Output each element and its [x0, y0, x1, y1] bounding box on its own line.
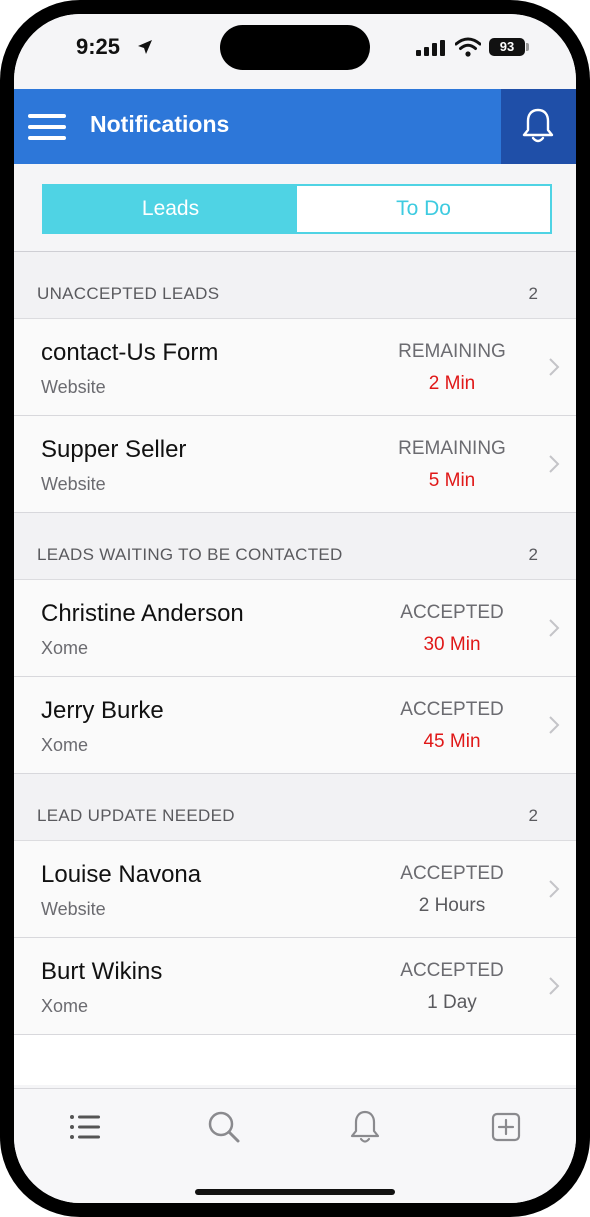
list-item[interactable]: contact-Us Form Website REMAINING 2 Min: [14, 319, 576, 416]
section-count: 2: [528, 284, 538, 303]
lead-source: Website: [41, 899, 106, 919]
list-item[interactable]: Jerry Burke Xome ACCEPTED 45 Min: [14, 677, 576, 774]
lead-name: Jerry Burke: [41, 697, 164, 724]
notifications-button[interactable]: [501, 89, 576, 164]
lead-status: ACCEPTED: [400, 960, 504, 981]
tab-leads[interactable]: Leads: [44, 186, 297, 232]
menu-line: [28, 114, 66, 118]
menu-button[interactable]: [26, 111, 70, 143]
search-icon: [208, 1111, 240, 1143]
list-item[interactable]: Supper Seller Website REMAINING 5 Min: [14, 416, 576, 513]
tab-notifications[interactable]: [345, 1107, 385, 1147]
bell-icon: [522, 108, 554, 143]
lead-time: 5 Min: [428, 470, 476, 491]
bell-icon: [350, 1110, 380, 1143]
status-time: 9:25: [76, 34, 121, 59]
chevron-right-icon: [549, 619, 560, 637]
lead-name: contact-Us Form: [41, 339, 219, 366]
list-footer: [14, 1035, 576, 1085]
lead-name: Christine Anderson: [41, 600, 244, 627]
lead-time: 30 Min: [423, 634, 481, 655]
lead-status: ACCEPTED: [400, 699, 504, 720]
battery-cap: [526, 43, 529, 51]
lead-name: Burt Wikins: [41, 958, 163, 985]
section-title: LEAD UPDATE NEEDED: [37, 806, 235, 825]
section-header: LEAD UPDATE NEEDED 2: [14, 774, 576, 841]
location-arrow-icon: [138, 40, 152, 54]
lead-source: Xome: [41, 638, 89, 658]
wifi-icon: [455, 37, 481, 57]
lead-source: Xome: [41, 996, 89, 1016]
section-header: UNACCEPTED LEADS 2: [14, 252, 576, 319]
lead-source: Website: [41, 377, 106, 397]
lead-status: ACCEPTED: [400, 602, 504, 623]
lead-time: 2 Min: [428, 373, 476, 394]
battery-icon: 93: [489, 38, 525, 56]
list-item[interactable]: Burt Wikins Xome ACCEPTED 1 Day: [14, 938, 576, 1035]
lead-status: REMAINING: [398, 438, 506, 459]
lead-name: Louise Navona: [41, 861, 202, 888]
lead-time: 2 Hours: [418, 895, 486, 916]
lead-source: Website: [41, 474, 106, 494]
lead-source: Xome: [41, 735, 89, 755]
tab-search[interactable]: [204, 1107, 244, 1147]
notifications-list: UNACCEPTED LEADS 2 contact-Us Form Websi…: [14, 252, 576, 1085]
tab-add[interactable]: [486, 1107, 526, 1147]
list-icon: [70, 1115, 100, 1139]
lead-time: 45 Min: [423, 731, 481, 752]
lead-status: ACCEPTED: [400, 863, 504, 884]
chevron-right-icon: [549, 880, 560, 898]
section-count: 2: [528, 806, 538, 825]
navbar: Notifications: [14, 89, 576, 164]
section-title: LEADS WAITING TO BE CONTACTED: [37, 545, 343, 564]
lead-name: Supper Seller: [41, 436, 187, 463]
signal-icon: [416, 40, 445, 56]
chevron-right-icon: [549, 455, 560, 473]
screen: 9:25 93 Notifications Leads To Do UNACCE…: [14, 14, 576, 1203]
dynamic-island: [220, 25, 370, 70]
phone-frame: 9:25 93 Notifications Leads To Do UNACCE…: [0, 0, 590, 1217]
tab-bar: [14, 1088, 576, 1203]
lead-status: REMAINING: [398, 341, 506, 362]
chevron-right-icon: [549, 716, 560, 734]
section-title: UNACCEPTED LEADS: [37, 284, 220, 303]
list-item[interactable]: Christine Anderson Xome ACCEPTED 30 Min: [14, 580, 576, 677]
home-indicator[interactable]: [195, 1189, 395, 1195]
list-item[interactable]: Louise Navona Website ACCEPTED 2 Hours: [14, 841, 576, 938]
chevron-right-icon: [549, 977, 560, 995]
status-bar: 9:25 93: [14, 14, 576, 89]
menu-line: [28, 136, 66, 140]
section-header: LEADS WAITING TO BE CONTACTED 2: [14, 513, 576, 580]
chevron-right-icon: [549, 358, 560, 376]
lead-time: 1 Day: [427, 992, 477, 1013]
section-count: 2: [528, 545, 538, 564]
tab-list[interactable]: [64, 1107, 104, 1147]
tab-todo[interactable]: To Do: [297, 186, 550, 232]
menu-line: [28, 125, 66, 129]
page-title: Notifications: [90, 111, 230, 137]
plus-square-icon: [491, 1112, 521, 1142]
segmented-control: Leads To Do: [42, 184, 552, 234]
